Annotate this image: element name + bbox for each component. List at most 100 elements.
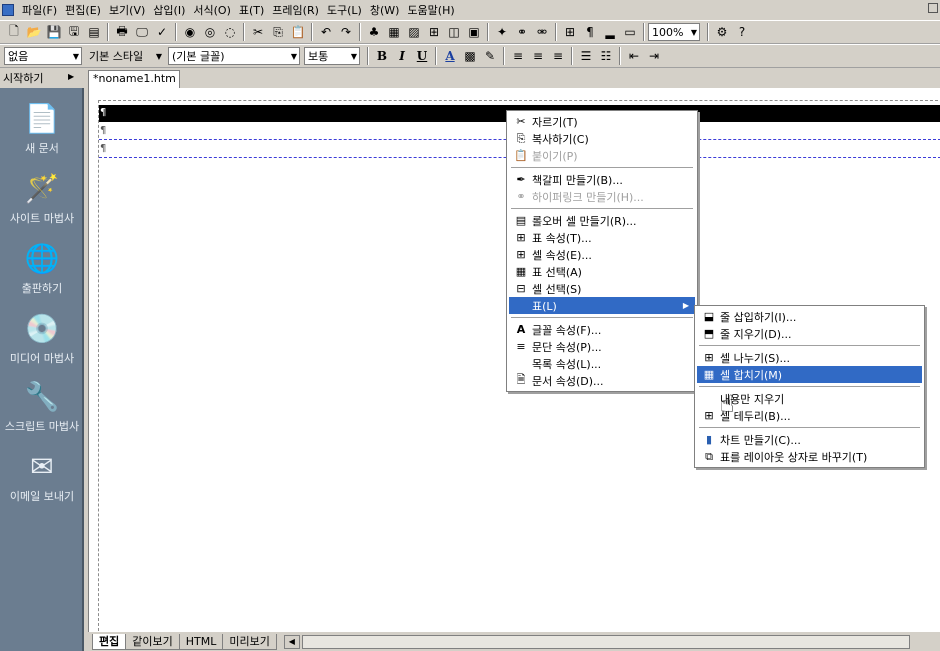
tab-document[interactable]: *noname1.htm — [88, 70, 180, 88]
stop-icon[interactable]: ◎ — [201, 23, 219, 41]
menu-separator — [511, 167, 693, 168]
clear-format-icon[interactable]: ✎ — [481, 47, 499, 65]
tab-html[interactable]: HTML — [178, 633, 224, 650]
frame-icon[interactable]: ▣ — [465, 23, 483, 41]
italic-button[interactable]: I — [393, 47, 411, 65]
sidebar-item-publish[interactable]: 🌐 출판하기 — [0, 240, 84, 296]
menu-file[interactable]: 파일(F) — [18, 2, 61, 18]
sidebar-item-new-document[interactable]: 📄 새 문서 — [0, 100, 84, 156]
menu-item-label: 셀 선택(S) — [532, 282, 582, 296]
redo-icon[interactable]: ↷ — [337, 23, 355, 41]
cut-icon[interactable]: ✂ — [249, 23, 267, 41]
menu-item-copy[interactable]: ⎘ 복사하기(C) — [509, 130, 695, 147]
menu-insert[interactable]: 삽입(I) — [149, 2, 189, 18]
refresh-icon[interactable]: ◌ — [221, 23, 239, 41]
paragraph-mark-icon[interactable]: ¶ — [581, 23, 599, 41]
menu-item-delete-row[interactable]: ⬒ 줄 지우기(D)... — [697, 325, 922, 342]
tab-edit[interactable]: 편집 — [92, 633, 127, 650]
menu-item-paragraph-properties[interactable]: ≡ 문단 속성(P)... — [509, 338, 695, 355]
undo-icon[interactable]: ↶ — [317, 23, 335, 41]
menu-item-rollover[interactable]: ▤ 롤오버 셀 만들기(R)... — [509, 212, 695, 229]
menu-table[interactable]: 표(T) — [235, 2, 268, 18]
menu-item-document-properties[interactable]: 🗎 문서 속성(D)... — [509, 372, 695, 389]
format-toolbar: 없음 ▼ 기본 스타일 ▼ (기본 글꼴) ▼ 보통 ▼ B I U A ▩ ✎ ≡ ≡… — [0, 44, 940, 68]
tab-split-view[interactable]: 같이보기 — [125, 633, 180, 650]
preview-icon[interactable]: 🖵 — [133, 23, 151, 41]
link-icon[interactable]: ⚭ — [513, 23, 531, 41]
menu-item-split-cell[interactable]: ⊞ 셀 나누기(S)... — [697, 349, 922, 366]
spellcheck-icon[interactable]: ✓ — [153, 23, 171, 41]
unlink-icon[interactable]: ⚮ — [533, 23, 551, 41]
bold-button[interactable]: B — [373, 47, 391, 65]
line-icon[interactable]: ▂ — [601, 23, 619, 41]
menu-item-font-properties[interactable]: A 글꼴 속성(F)... — [509, 321, 695, 338]
chevron-down-icon: ▼ — [350, 51, 357, 61]
new-file-icon[interactable]: 🗋 — [5, 23, 23, 41]
image-icon[interactable]: ▦ — [385, 23, 403, 41]
size-combo[interactable]: 보통 ▼ — [304, 47, 360, 65]
box-icon[interactable]: ▭ — [621, 23, 639, 41]
publish-icon: 🌐 — [24, 241, 60, 275]
edit-image-icon[interactable]: ▨ — [405, 23, 423, 41]
chevron-right-icon[interactable]: ▶ — [68, 72, 74, 81]
font-combo[interactable]: (기본 글꼴) ▼ — [168, 47, 300, 65]
align-center-icon[interactable]: ≡ — [529, 47, 547, 65]
start-label[interactable]: 시작하기 — [3, 70, 43, 86]
sidebar-item-media-wizard[interactable]: 💿 미디어 마법사 — [0, 310, 84, 366]
menu-item-make-chart[interactable]: ▮ 차트 만들기(C)... — [697, 431, 922, 448]
settings-icon[interactable]: ⚙ — [713, 23, 731, 41]
menu-item-cell-properties[interactable]: ⊞ 셀 속성(E)... — [509, 246, 695, 263]
menu-tools[interactable]: 도구(L) — [323, 2, 366, 18]
horizontal-scrollbar[interactable] — [301, 634, 910, 649]
menu-item-select-table[interactable]: ▦ 표 선택(A) — [509, 263, 695, 280]
browser-icon[interactable]: ◉ — [181, 23, 199, 41]
align-left-icon[interactable]: ≡ — [509, 47, 527, 65]
paste-icon[interactable]: 📋 — [289, 23, 307, 41]
menu-item-cut[interactable]: ✂ 자르기(T) — [509, 113, 695, 130]
wizard-icon[interactable]: ✦ — [493, 23, 511, 41]
menu-edit[interactable]: 편집(E) — [61, 2, 105, 18]
menu-item-insert-row[interactable]: ⬓ 줄 삽입하기(I)... — [697, 308, 922, 325]
sidebar-item-label: 새 문서 — [25, 142, 59, 155]
menu-item-bookmark[interactable]: ✒ 책갈피 만들기(B)... — [509, 171, 695, 188]
underline-button[interactable]: U — [413, 47, 431, 65]
grid-icon[interactable]: ⊞ — [561, 23, 579, 41]
sidebar-item-site-wizard[interactable]: 🪄 사이트 마법사 — [0, 170, 84, 226]
align-right-icon[interactable]: ≡ — [549, 47, 567, 65]
tree-icon[interactable]: ♣ — [365, 23, 383, 41]
highlight-icon[interactable]: ▩ — [461, 47, 479, 65]
menu-item-table-properties[interactable]: ⊞ 표 속성(T)... — [509, 229, 695, 246]
publish-icon[interactable]: ▤ — [85, 23, 103, 41]
open-folder-icon[interactable]: 📂 — [25, 23, 43, 41]
zoom-combo[interactable]: 100% ▼ — [648, 23, 700, 41]
menu-item-table[interactable]: 표(L) ▶ — [509, 297, 695, 314]
menu-item-select-cell[interactable]: ⊟ 셀 선택(S) — [509, 280, 695, 297]
menu-window[interactable]: 창(W) — [366, 2, 404, 18]
menu-item-to-layout-box[interactable]: ⧉ 표를 레이아웃 상자로 바꾸기(T) — [697, 448, 922, 465]
menu-frame[interactable]: 프레임(R) — [268, 2, 323, 18]
copy-icon[interactable]: ⎘ — [269, 23, 287, 41]
menu-format[interactable]: 서식(O) — [189, 2, 234, 18]
outdent-icon[interactable]: ⇤ — [625, 47, 643, 65]
style-combo[interactable]: 없음 ▼ — [4, 47, 82, 65]
print-icon[interactable]: 🖶 — [113, 23, 131, 41]
sidebar-item-email[interactable]: ✉ 이메일 보내기 — [0, 448, 84, 504]
table-icon[interactable]: ⊞ — [425, 23, 443, 41]
menu-item-list-properties[interactable]: 목록 속성(L)... — [509, 355, 695, 372]
restore-window-icon[interactable] — [928, 3, 938, 13]
scroll-left-icon[interactable]: ◀ — [283, 634, 300, 649]
indent-icon[interactable]: ⇥ — [645, 47, 663, 65]
tab-preview[interactable]: 미리보기 — [222, 633, 277, 650]
menu-view[interactable]: 보기(V) — [105, 2, 149, 18]
paragraph-style-combo[interactable]: 기본 스타일 ▼ — [86, 47, 164, 65]
sidebar-item-script-wizard[interactable]: 🔧 스크립트 마법사 — [0, 378, 84, 434]
menu-item-merge-cell[interactable]: ▦ 셀 합치기(M) — [697, 366, 922, 383]
help-icon[interactable]: ? — [733, 23, 751, 41]
font-color-button[interactable]: A — [441, 47, 459, 65]
bullet-list-icon[interactable]: ☷ — [597, 47, 615, 65]
save-all-icon[interactable]: 🖫 — [65, 23, 83, 41]
menu-help[interactable]: 도움말(H) — [403, 2, 458, 18]
layer-icon[interactable]: ◫ — [445, 23, 463, 41]
numbered-list-icon[interactable]: ☰ — [577, 47, 595, 65]
save-icon[interactable]: 💾 — [45, 23, 63, 41]
